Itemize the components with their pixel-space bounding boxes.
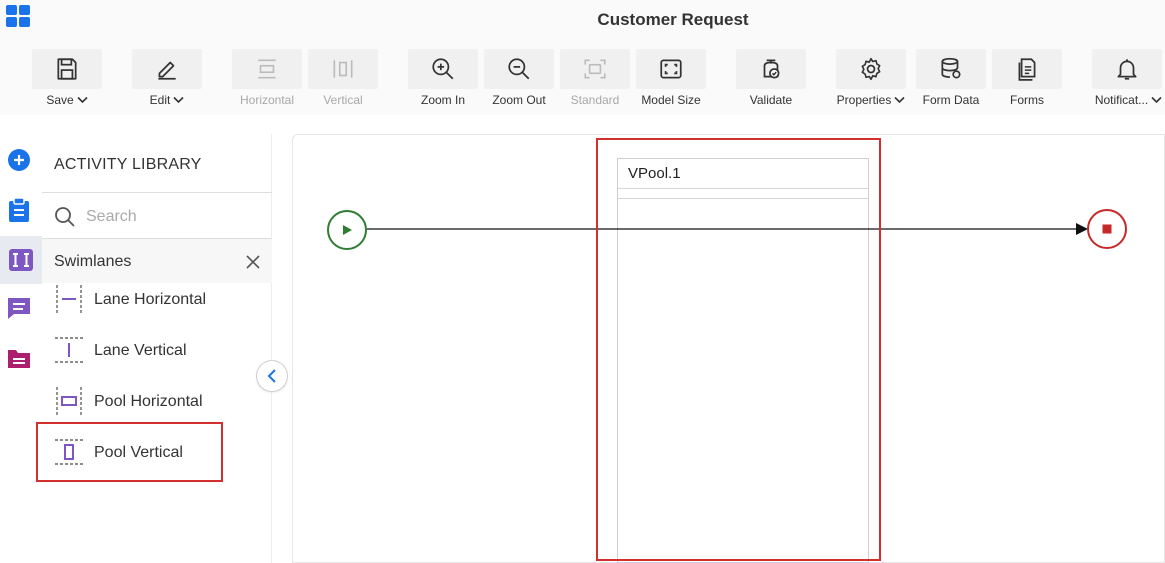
chevron-down-icon: [77, 96, 88, 104]
end-event[interactable]: [1087, 209, 1127, 249]
collapse-library-button[interactable]: [256, 360, 288, 392]
save-label: Save: [46, 93, 74, 107]
horizontal-label: Horizontal: [239, 93, 295, 107]
forms-icon: [1018, 58, 1036, 81]
model-size-label: Model Size: [641, 93, 701, 107]
library-search: [42, 193, 272, 238]
start-event[interactable]: [327, 210, 367, 250]
folder-button[interactable]: [3, 342, 35, 374]
zoom-in-label: Zoom In: [420, 93, 465, 107]
chevron-down-icon: [1151, 96, 1162, 104]
model-size-button[interactable]: Model Size: [636, 49, 706, 111]
app-header: Customer Request: [0, 0, 1165, 38]
lane-vertical-item[interactable]: Lane Vertical: [50, 328, 265, 372]
zoom-out-icon: [508, 58, 530, 80]
lane-vertical-icon: [55, 337, 83, 363]
clipboard-icon: [9, 197, 29, 222]
properties-label: Properties: [836, 93, 892, 107]
chat-icon: [8, 298, 30, 319]
stop-icon: [1102, 224, 1112, 234]
chevron-left-icon: [267, 369, 276, 383]
standard-button[interactable]: Standard: [560, 49, 630, 111]
edit-label: Edit: [149, 93, 171, 107]
pool-title[interactable]: VPool.1: [618, 159, 868, 189]
vertical-button[interactable]: Vertical: [308, 49, 378, 111]
activity-library: ACTIVITY LIBRARY Swimlanes Lane Horizont…: [36, 134, 272, 563]
chevron-down-icon: [173, 96, 184, 104]
save-icon: [57, 58, 77, 80]
horizontal-button[interactable]: Horizontal: [232, 49, 302, 111]
item-label: Pool Horizontal: [94, 393, 203, 410]
pool-horizontal-item[interactable]: Pool Horizontal: [50, 379, 265, 423]
play-icon: [343, 225, 352, 235]
database-icon: [941, 57, 961, 79]
library-title: ACTIVITY LIBRARY: [54, 156, 202, 173]
toolbar: Save Edit Horizontal Vertical Zoom In Zo…: [0, 38, 1165, 115]
validate-button[interactable]: Validate: [736, 49, 806, 111]
form-data-button[interactable]: Form Data: [916, 49, 986, 111]
fit-screen-icon: [660, 59, 682, 79]
item-label: Pool Vertical: [94, 444, 183, 461]
plus-circle-icon: [8, 149, 30, 171]
zoom-in-button[interactable]: Zoom In: [408, 49, 478, 111]
save-button[interactable]: Save: [32, 49, 102, 111]
pool-vertical-icon: [55, 439, 83, 465]
validate-label: Validate: [749, 93, 793, 107]
pool-horizontal-icon: [56, 387, 82, 415]
close-icon[interactable]: [246, 255, 260, 269]
lane-horizontal-item[interactable]: Lane Horizontal: [50, 277, 265, 321]
pencil-icon: [158, 61, 176, 80]
page-title: Customer Request: [597, 10, 749, 29]
align-vertical-icon: [333, 60, 353, 78]
chevron-down-icon: [894, 96, 905, 104]
zoom-out-button[interactable]: Zoom Out: [484, 49, 554, 111]
folder-icon: [8, 350, 30, 368]
item-label: Lane Vertical: [94, 342, 187, 359]
comments-button[interactable]: [3, 292, 35, 324]
lane-header[interactable]: [618, 189, 868, 199]
standard-label: Standard: [570, 93, 620, 107]
vertical-label: Vertical: [323, 93, 363, 107]
vertical-pool[interactable]: VPool.1: [617, 158, 869, 563]
notifications-label: Notificat...: [1094, 93, 1149, 107]
forms-button[interactable]: Forms: [992, 49, 1062, 111]
search-input[interactable]: [86, 204, 256, 230]
form-data-label: Form Data: [922, 93, 980, 107]
search-icon: [55, 207, 75, 227]
left-rail: [0, 134, 42, 563]
zoom-out-label: Zoom Out: [492, 93, 546, 107]
standard-size-icon: [584, 59, 606, 79]
add-activity-button[interactable]: [3, 144, 35, 176]
zoom-in-icon: [432, 58, 454, 80]
properties-button[interactable]: Properties: [836, 49, 906, 111]
edit-button[interactable]: Edit: [132, 49, 202, 111]
group-title: Swimlanes: [54, 253, 132, 270]
validate-icon: [763, 59, 780, 79]
swimlanes-icon: [9, 249, 33, 271]
item-label: Lane Horizontal: [94, 291, 207, 308]
swimlanes-button[interactable]: [0, 236, 42, 284]
lane-horizontal-icon: [56, 285, 82, 313]
gear-icon: [861, 57, 881, 81]
pool-vertical-item[interactable]: Pool Vertical: [36, 422, 223, 482]
align-horizontal-icon: [258, 59, 276, 79]
clipboard-button[interactable]: [3, 194, 35, 226]
forms-label: Forms: [1010, 93, 1044, 107]
notifications-button[interactable]: Notificat...: [1092, 49, 1165, 111]
bell-icon: [1117, 59, 1137, 80]
